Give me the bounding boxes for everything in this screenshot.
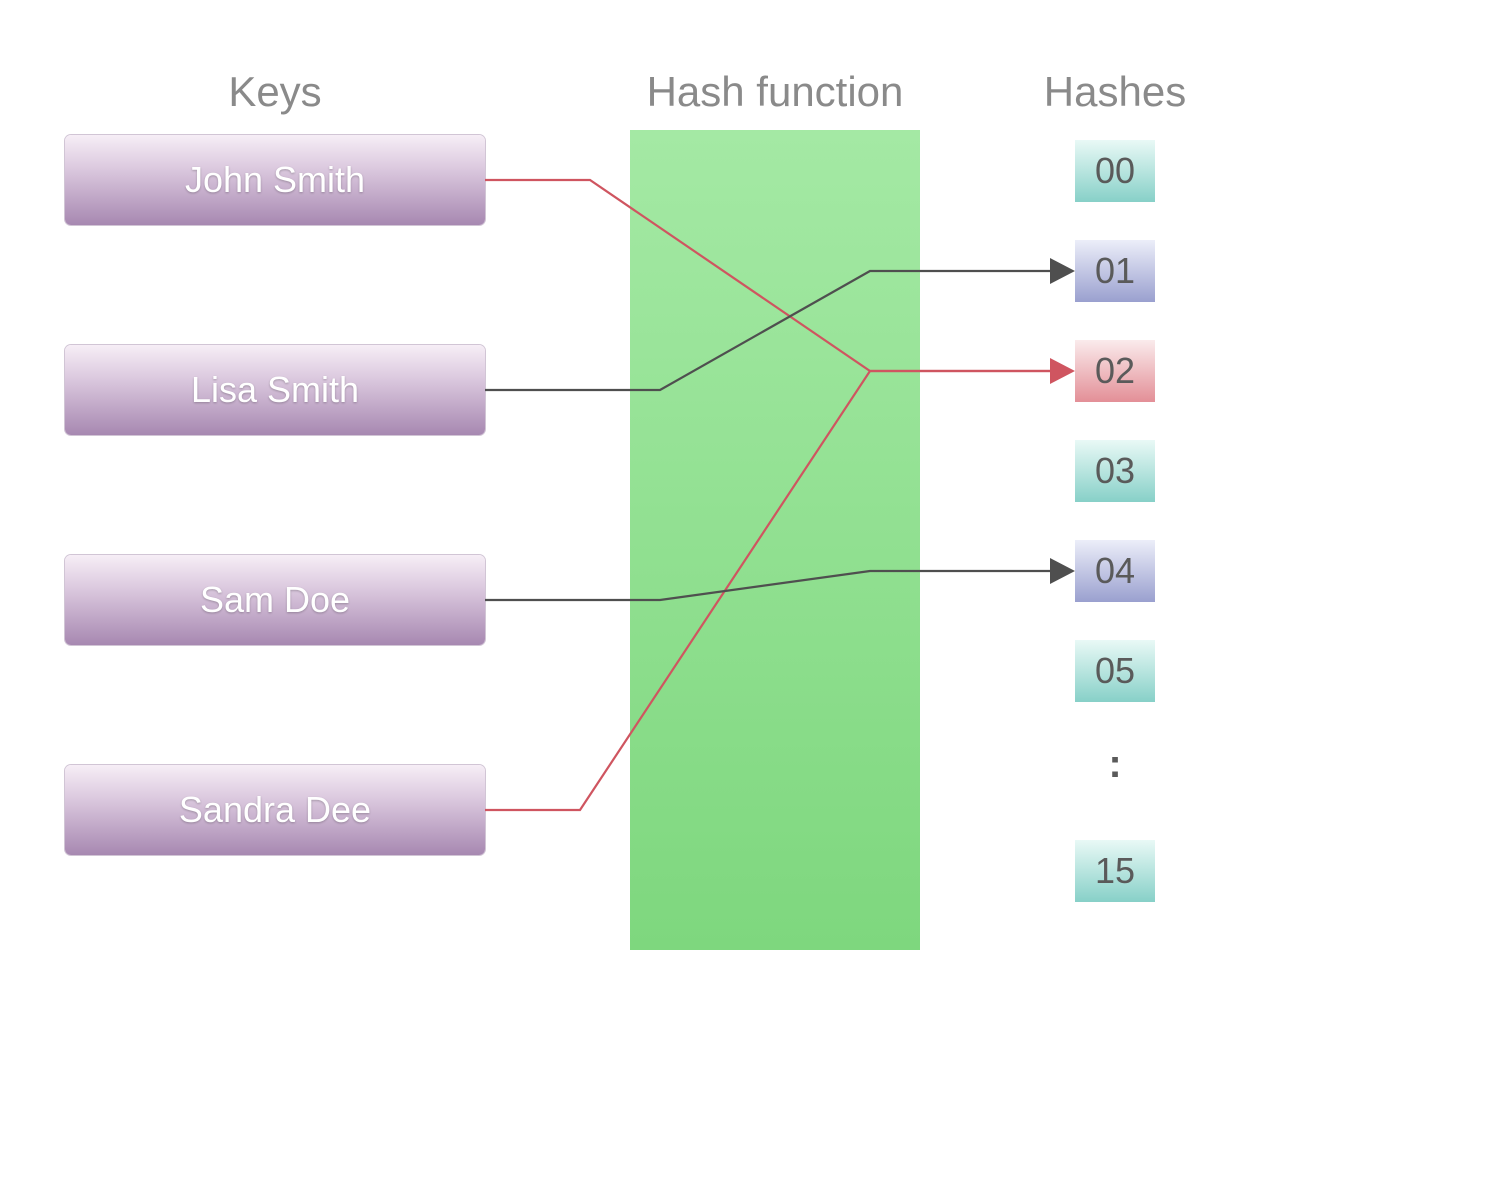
key-label: Sam Doe	[200, 579, 350, 621]
hash-slot-label: 02	[1095, 350, 1135, 392]
key-box-john-smith: John Smith	[65, 135, 485, 225]
hash-slot-ellipsis: :	[1075, 742, 1155, 787]
hash-slot-05: 05	[1075, 640, 1155, 702]
hash-slot-label: 03	[1095, 450, 1135, 492]
arrowhead-icon	[1050, 358, 1075, 384]
keys-column-header: Keys	[65, 68, 485, 116]
hash-function-header: Hash function	[630, 68, 920, 116]
hash-slot-02: 02	[1075, 340, 1155, 402]
hash-slot-15: 15	[1075, 840, 1155, 902]
hashes-column-header: Hashes	[1010, 68, 1220, 116]
hash-slot-label: 04	[1095, 550, 1135, 592]
hash-slot-03: 03	[1075, 440, 1155, 502]
key-label: John Smith	[185, 159, 365, 201]
arrowhead-icon	[1050, 258, 1075, 284]
hash-function-block	[630, 130, 920, 950]
hash-slot-label: 00	[1095, 150, 1135, 192]
key-box-sam-doe: Sam Doe	[65, 555, 485, 645]
hash-slot-00: 00	[1075, 140, 1155, 202]
hash-slot-04: 04	[1075, 540, 1155, 602]
key-label: Sandra Dee	[179, 789, 371, 831]
hash-function-diagram: Keys Hash function Hashes John Smith Lis…	[0, 0, 1494, 1194]
hash-slot-label: 01	[1095, 250, 1135, 292]
hash-slot-label: 15	[1095, 850, 1135, 892]
key-label: Lisa Smith	[191, 369, 359, 411]
arrowhead-icon	[1050, 558, 1075, 584]
key-box-sandra-dee: Sandra Dee	[65, 765, 485, 855]
key-box-lisa-smith: Lisa Smith	[65, 345, 485, 435]
hash-slot-01: 01	[1075, 240, 1155, 302]
hash-slot-label: 05	[1095, 650, 1135, 692]
